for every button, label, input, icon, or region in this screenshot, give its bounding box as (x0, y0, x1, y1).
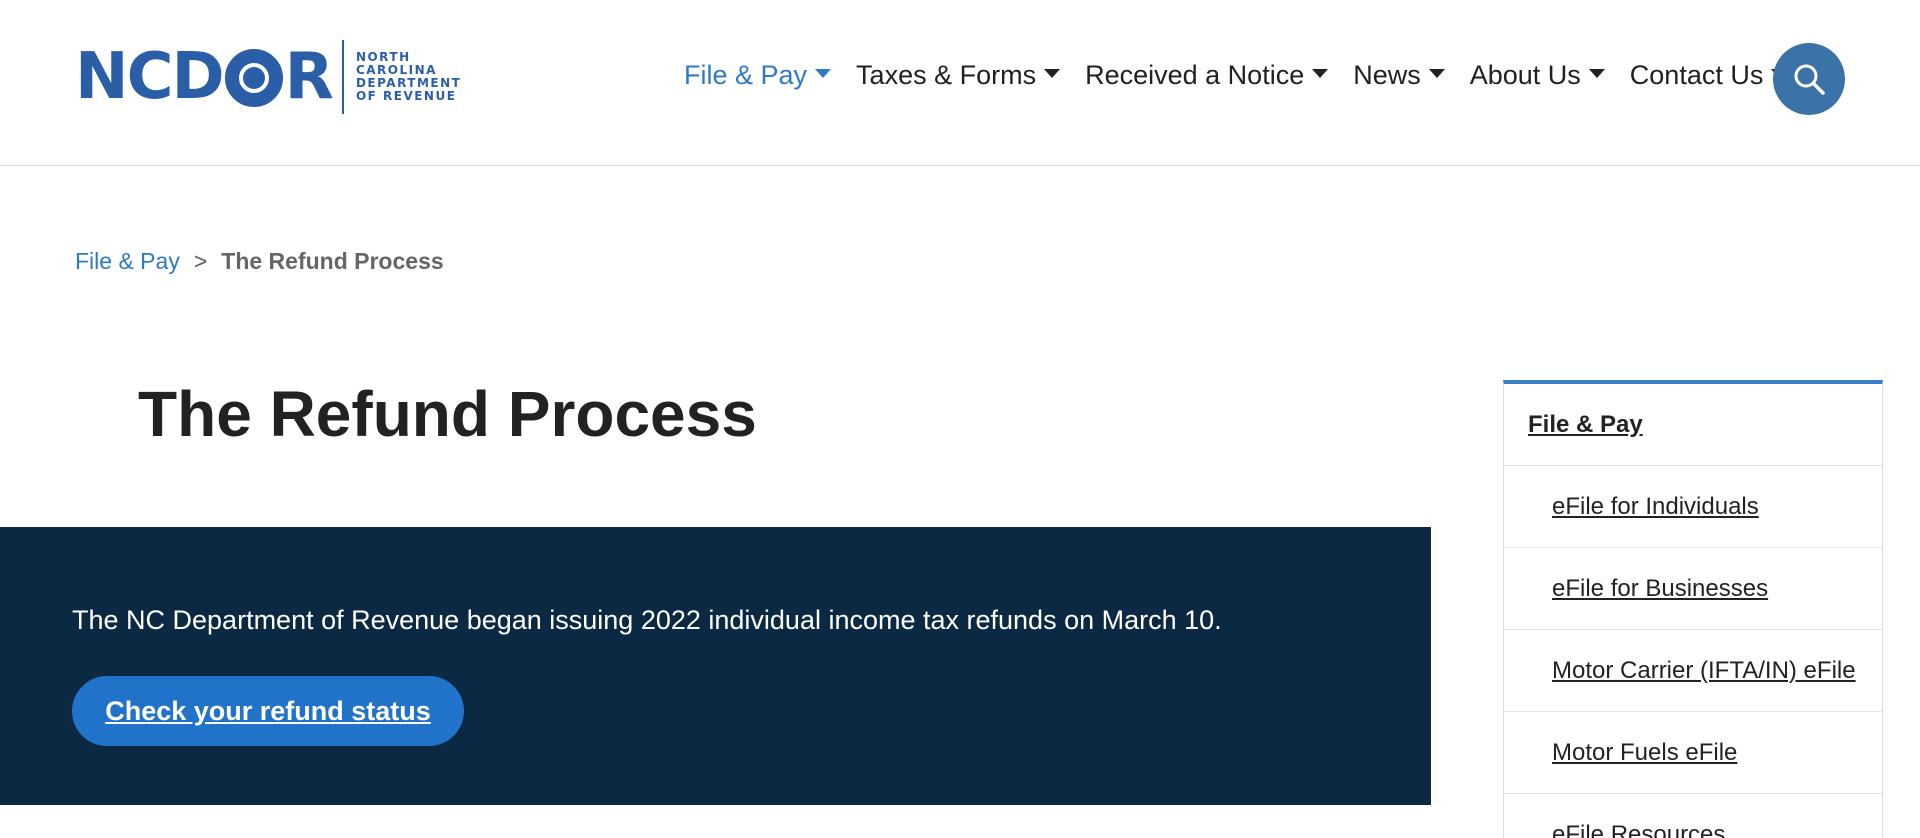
nav-item-received-notice[interactable]: Received a Notice (1085, 60, 1329, 91)
nav-item-taxes-forms[interactable]: Taxes & Forms (856, 60, 1061, 91)
breadcrumb-link-file-pay[interactable]: File & Pay (75, 248, 180, 275)
nav-item-file-pay[interactable]: File & Pay (684, 60, 832, 91)
logo-o-ring (224, 49, 283, 107)
caret-down-icon (1312, 69, 1329, 78)
nav-item-label: Contact Us (1629, 60, 1764, 90)
nav-item-label: News (1353, 60, 1421, 90)
logo-word-right: R (284, 40, 334, 114)
nav-item-label: Taxes & Forms (856, 60, 1037, 90)
logo-word-left: NC (75, 40, 174, 114)
caret-down-icon (1044, 69, 1061, 78)
sidenav-item-motor-carrier-efile[interactable]: Motor Carrier (IFTA/IN) eFile (1504, 630, 1882, 712)
logo-sub-line: OF REVENUE (355, 89, 457, 103)
nav-item-contact-us[interactable]: Contact Us (1630, 60, 1788, 91)
banner-text: The NC Department of Revenue began issui… (72, 605, 1222, 635)
caret-down-icon (815, 69, 832, 78)
main-nav: File & Pay Taxes & Forms Received a Noti… (684, 60, 1812, 91)
sidenav-item-efile-businesses[interactable]: eFile for Businesses (1504, 548, 1882, 630)
search-button[interactable] (1773, 43, 1845, 115)
check-refund-status-button[interactable]: Check your refund status (72, 676, 464, 746)
logo-wordmark: NC D R (75, 40, 334, 114)
nav-item-about-us[interactable]: About Us (1470, 60, 1605, 91)
search-icon (1794, 64, 1825, 95)
breadcrumb: File & Pay > The Refund Process (75, 248, 444, 275)
sidenav-heading-file-pay[interactable]: File & Pay (1504, 384, 1882, 466)
logo-divider (341, 40, 344, 114)
nav-item-label: File & Pay (684, 60, 808, 90)
sidenav-item-efile-resources[interactable]: eFile Resources (1504, 794, 1882, 838)
caret-down-icon (1588, 69, 1605, 78)
site-header: NC D R NORTH CAROLINA DEPARTMENT OF REVE… (0, 0, 1920, 166)
nav-item-label: About Us (1469, 60, 1581, 90)
side-nav: File & Pay eFile for Individuals eFile f… (1503, 380, 1883, 838)
nav-item-news[interactable]: News (1353, 60, 1445, 91)
breadcrumb-separator: > (193, 248, 208, 274)
sidenav-item-motor-fuels-efile[interactable]: Motor Fuels eFile (1504, 712, 1882, 794)
sidenav-item-efile-individuals[interactable]: eFile for Individuals (1504, 466, 1882, 548)
ncdor-logo[interactable]: NC D R NORTH CAROLINA DEPARTMENT OF REVE… (75, 40, 461, 114)
breadcrumb-current: The Refund Process (221, 248, 444, 274)
refund-banner: The NC Department of Revenue began issui… (0, 527, 1431, 805)
nav-item-label: Received a Notice (1085, 60, 1305, 90)
page-title: The Refund Process (138, 378, 757, 450)
caret-down-icon (1428, 69, 1445, 78)
logo-subtitle: NORTH CAROLINA DEPARTMENT OF REVENUE (356, 51, 461, 103)
